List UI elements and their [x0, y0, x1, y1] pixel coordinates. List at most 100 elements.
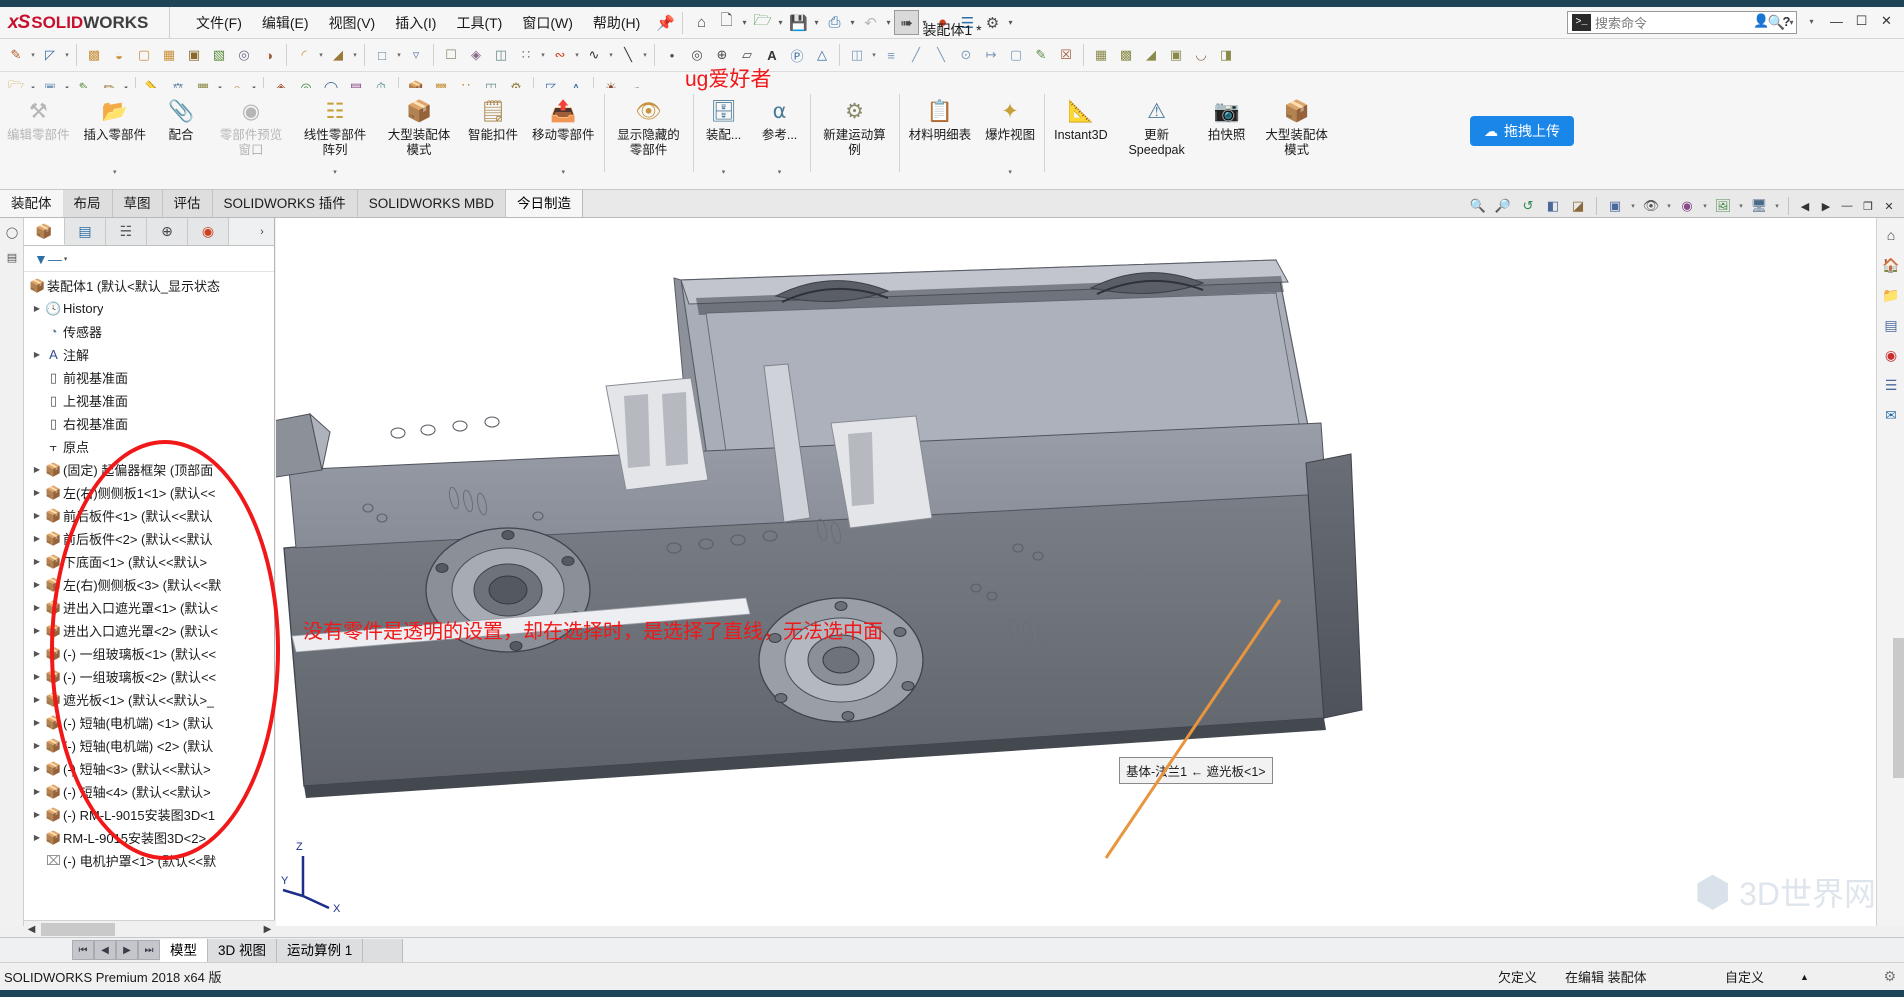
curve-dropdown-icon[interactable]: ▾	[573, 51, 581, 59]
menu-item-file[interactable]: 文件(F)	[186, 9, 252, 37]
undo-dropdown-icon[interactable]: ▾	[884, 18, 893, 27]
wrap-icon[interactable]: ◈	[464, 42, 488, 68]
surface-finish-icon[interactable]: △	[810, 42, 834, 68]
tree-expand-arrow-icon[interactable]: ▶	[30, 833, 44, 842]
tree-expand-arrow-icon[interactable]: ▶	[30, 350, 44, 359]
tree-item[interactable]: ▶ 📦 (-) 短轴(电机端) <2> (默认	[24, 734, 274, 757]
ribbon-button-take-snapshot[interactable]: 📷 拍快照	[1199, 94, 1255, 182]
previous-view-icon[interactable]: ↺	[1517, 195, 1539, 217]
tree-expand-arrow-icon[interactable]: ▶	[30, 488, 44, 497]
model-3d-view[interactable]	[276, 218, 1904, 926]
zoom-to-fit-icon[interactable]: 🔍	[1467, 195, 1489, 217]
apply-scene-icon[interactable]: 🖼	[1712, 195, 1734, 217]
tree-expand-arrow-icon[interactable]: ▶	[30, 718, 44, 727]
ribbon-dropdown-icon[interactable]: ▾	[722, 165, 726, 182]
zoom-area-icon[interactable]: 🔎	[1492, 195, 1514, 217]
file-explorer-icon[interactable]: 📁	[1878, 282, 1904, 308]
home-icon[interactable]: ⌂	[690, 11, 713, 34]
configuration-manager-tab[interactable]: ☵	[106, 218, 147, 245]
tree-item[interactable]: ⌧ (-) 电机护罩<1> (默认<<默	[24, 849, 274, 872]
tree-item[interactable]: ▶ 📦 (-) 短轴(电机端) <1> (默认	[24, 711, 274, 734]
weld-bead-icon[interactable]: ◡	[1189, 42, 1213, 68]
ribbon-button-exploded-view[interactable]: ✦ 爆炸视图 ▾	[978, 94, 1042, 182]
sketch-icon[interactable]: ✎	[4, 42, 28, 68]
boundary-boss-icon[interactable]: ▣	[182, 42, 206, 68]
ribbon-dropdown-icon[interactable]: ▾	[113, 165, 117, 182]
tree-item[interactable]: ▯ 前视基准面	[24, 366, 274, 389]
extend-surface-icon[interactable]: ↦	[979, 42, 1003, 68]
print-icon[interactable]: ⎙	[823, 11, 846, 34]
hide-show-items-icon[interactable]: 👁	[1640, 195, 1662, 217]
print-dropdown-icon[interactable]: ▾	[848, 18, 857, 27]
mirror-icon[interactable]: ◫	[489, 42, 513, 68]
menu-item-edit[interactable]: 编辑(E)	[252, 9, 319, 37]
tree-item[interactable]: ⫟ 原点	[24, 435, 274, 458]
ribbon-tab-sw-mbd[interactable]: SOLIDWORKS MBD	[357, 190, 507, 217]
sketch-dropdown-icon[interactable]: ▾	[29, 51, 37, 59]
revolved-cut-icon[interactable]: ◑	[257, 42, 281, 68]
user-icon[interactable]: 👤	[1750, 10, 1773, 32]
tree-item[interactable]: ▯ 右视基准面	[24, 412, 274, 435]
end-cap-icon[interactable]: ▣	[1164, 42, 1188, 68]
tree-item[interactable]: ▶ 📦 (-) RM-L-9015安装图3D<1	[24, 803, 274, 826]
hide-show-dropdown-icon[interactable]: ▾	[1665, 202, 1673, 210]
tree-expand-arrow-icon[interactable]: ▶	[30, 810, 44, 819]
chamfer-dropdown-icon[interactable]: ▾	[351, 51, 359, 59]
thicken-dropdown-icon[interactable]: ▾	[870, 51, 878, 59]
lofted-boss-icon[interactable]: ▦	[157, 42, 181, 68]
tree-item[interactable]: ▶ 📦 (-) 一组玻璃板<2> (默认<<	[24, 665, 274, 688]
status-dropdown-icon[interactable]: ▲	[1800, 972, 1809, 982]
minimize-button[interactable]: —	[1825, 10, 1848, 32]
move-face-icon[interactable]: ✎	[1029, 42, 1053, 68]
ribbon-tab-evaluate[interactable]: 评估	[162, 190, 213, 217]
tree-item[interactable]: ▶ A 注解	[24, 343, 274, 366]
display-style-dropdown-icon[interactable]: ▾	[1629, 202, 1637, 210]
ruled-surface-icon[interactable]: ╱	[904, 42, 928, 68]
tree-expand-arrow-icon[interactable]: ▶	[30, 580, 44, 589]
tree-item[interactable]: ▶ 📦 进出入口遮光罩<2> (默认<	[24, 619, 274, 642]
view-palette-icon[interactable]: ▤	[1878, 312, 1904, 338]
tree-item[interactable]: ◔ 传感器	[24, 320, 274, 343]
revolved-boss-icon[interactable]: ◒	[107, 42, 131, 68]
flyout-tree-icon[interactable]: ▤	[1, 246, 23, 268]
scroll-thumb[interactable]	[41, 922, 115, 936]
ribbon-button-mate[interactable]: 📎 配合	[153, 94, 209, 182]
scene-dropdown-icon[interactable]: ▾	[1737, 202, 1745, 210]
edit-appearance-icon[interactable]: ◉	[1676, 195, 1698, 217]
bottom-tab-motion-study[interactable]: 运动算例 1	[277, 938, 364, 962]
feature-tree-horizontal-scrollbar[interactable]: ◀ ▶	[24, 920, 275, 937]
tree-item[interactable]: ▶ 📦 进出入口遮光罩<1> (默认<	[24, 596, 274, 619]
chamfer-icon[interactable]: ◢	[326, 42, 350, 68]
bottom-tab-3d-views[interactable]: 3D 视图	[208, 938, 278, 962]
tree-expand-arrow-icon[interactable]: ▶	[30, 649, 44, 658]
tree-expand-arrow-icon[interactable]: ▶	[30, 557, 44, 566]
tree-filter-row[interactable]: ▼— ▾	[24, 246, 274, 272]
graphics-viewport[interactable]: ⬢ 3D世界网 Z X Y	[276, 218, 1904, 926]
knit-surface-icon[interactable]: ⊙	[954, 42, 978, 68]
ribbon-button-large-assembly-mode-2[interactable]: 📦 大型装配体模式	[1255, 94, 1339, 182]
scroll-right-arrow-icon[interactable]: ▶	[260, 924, 275, 935]
help-icon[interactable]: ?	[1775, 10, 1798, 32]
spline-icon[interactable]: ∿	[582, 42, 606, 68]
ribbon-button-bill-of-materials[interactable]: 📋 材料明细表	[902, 94, 979, 182]
ribbon-button-component-preview[interactable]: ◉ 零部件预览窗口	[209, 94, 293, 182]
appearances-scenes-icon[interactable]: ◉	[1878, 342, 1904, 368]
tab-next-icon[interactable]: ▶	[116, 940, 138, 960]
menu-item-window[interactable]: 窗口(W)	[512, 9, 583, 37]
display-manager-tab[interactable]: ◉	[188, 218, 229, 245]
ribbon-dropdown-icon[interactable]: ▾	[1008, 165, 1012, 182]
tree-item[interactable]: ▶ 📦 遮光板<1> (默认<<默认>_	[24, 688, 274, 711]
tree-item[interactable]: ▶ 📦 RM-L-9015安装图3D<2>	[24, 826, 274, 849]
ribbon-tab-sketch[interactable]: 草图	[112, 190, 163, 217]
smart-dimension-dropdown-icon[interactable]: ▾	[63, 51, 71, 59]
trim-surface-icon[interactable]: ╲	[929, 42, 953, 68]
status-custom[interactable]: 自定义	[1725, 967, 1764, 986]
task-pane-toggle-icon[interactable]: ◯	[1, 221, 23, 243]
extruded-boss-icon[interactable]: ▩	[82, 42, 106, 68]
viewport-vertical-scrollbar[interactable]	[1893, 638, 1904, 778]
doc-next-button[interactable]: ▶	[1817, 196, 1835, 216]
ribbon-button-instant3d[interactable]: 📐 Instant3D	[1047, 94, 1115, 182]
ribbon-button-assembly-features[interactable]: 🗄 装配... ▾	[696, 94, 752, 182]
tab-first-icon[interactable]: ⏮	[72, 940, 94, 960]
delete-face-icon[interactable]: ☒	[1054, 42, 1078, 68]
